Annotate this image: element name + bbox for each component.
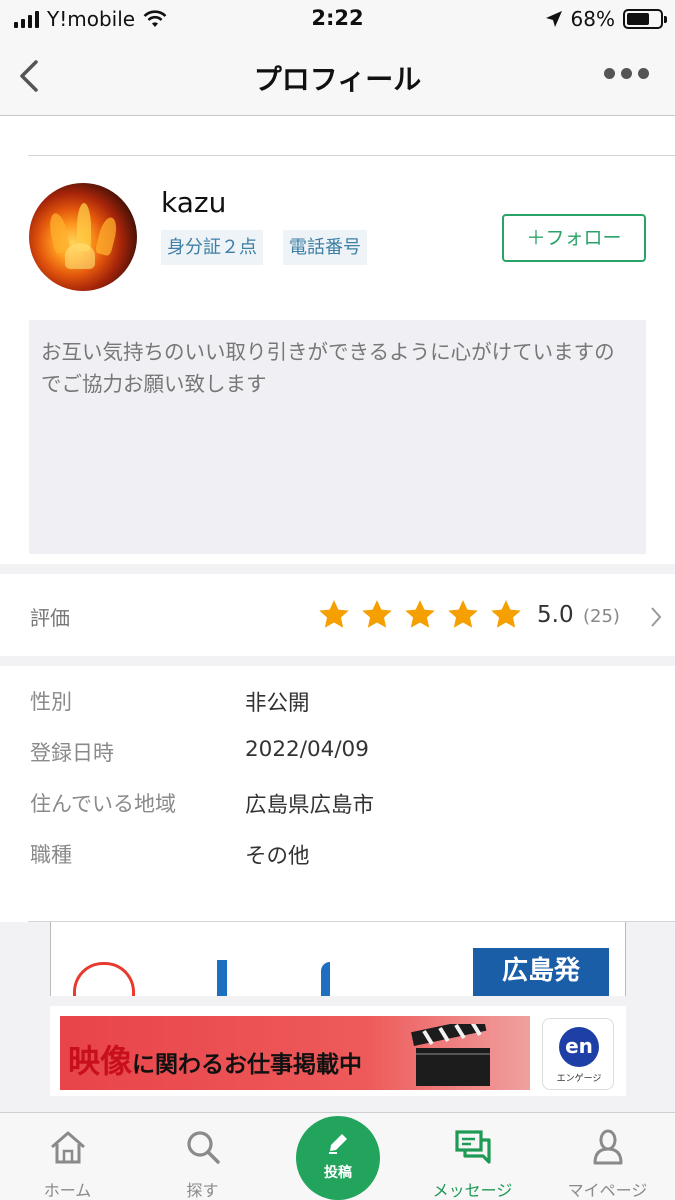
section-separator bbox=[0, 656, 675, 666]
info-value-region: 広島県広島市 bbox=[245, 793, 375, 818]
person-icon bbox=[593, 1129, 622, 1165]
ad-logo-stroke bbox=[321, 962, 330, 996]
tab-search[interactable]: 探す bbox=[135, 1113, 270, 1200]
rating-score: 5.0 bbox=[537, 602, 574, 628]
tab-label: マイページ bbox=[567, 1181, 648, 1200]
info-value-gender: 非公開 bbox=[245, 691, 310, 716]
rating-count: (25) bbox=[583, 606, 620, 627]
divider bbox=[28, 155, 675, 156]
tab-messages[interactable]: メッセージ bbox=[405, 1113, 540, 1200]
battery-icon bbox=[623, 9, 667, 29]
profile-bio: お互い気持ちのいい取り引きができるように心がけていますのでご協力お願い致します bbox=[29, 320, 646, 554]
info-label-registered: 登録日時 bbox=[30, 741, 114, 765]
star-icon bbox=[448, 600, 478, 628]
en-logo: en エンゲージ bbox=[542, 1018, 614, 1090]
rating-label: 評価 bbox=[30, 606, 70, 630]
status-bar: Y!mobile 2:22 68% bbox=[0, 0, 675, 40]
pencil-icon bbox=[329, 1134, 347, 1154]
ad-headline: 映像に関わるお仕事掲載中 bbox=[68, 1036, 362, 1082]
battery-percent: 68% bbox=[570, 7, 615, 31]
tab-label: メッセージ bbox=[432, 1181, 513, 1200]
tab-label: ホーム bbox=[43, 1181, 92, 1200]
status-right: 68% bbox=[545, 7, 667, 31]
ad-headline-big: 映像 bbox=[68, 1042, 133, 1080]
post-button[interactable]: 投稿 bbox=[296, 1116, 380, 1200]
star-icon bbox=[362, 600, 392, 628]
info-label-region: 住んでいる地域 bbox=[30, 792, 176, 816]
chevron-right-icon bbox=[651, 607, 662, 627]
star-icon bbox=[405, 600, 435, 628]
rating-row[interactable]: 評価 5.0 (25) bbox=[0, 574, 675, 658]
section-separator bbox=[0, 564, 675, 574]
message-icon bbox=[454, 1130, 491, 1164]
home-icon bbox=[50, 1131, 85, 1164]
phone-verified-badge: 電話番号 bbox=[283, 230, 367, 265]
ad-box-text: 広島発 bbox=[473, 948, 609, 996]
en-logo-mark: en bbox=[559, 1027, 599, 1067]
ad-banner-background: 映像に関わるお仕事掲載中 bbox=[60, 1016, 530, 1090]
username: kazu bbox=[161, 186, 227, 219]
info-value-occupation: その他 bbox=[245, 844, 310, 869]
ad-headline-rest: に関わるお仕事掲載中 bbox=[132, 1052, 363, 1078]
star-icon bbox=[319, 600, 349, 628]
tab-mypage[interactable]: マイページ bbox=[540, 1113, 675, 1200]
avatar bbox=[29, 183, 137, 291]
more-options-icon[interactable] bbox=[604, 68, 649, 79]
tab-label: 探す bbox=[186, 1181, 219, 1200]
info-label-occupation: 職種 bbox=[30, 843, 72, 867]
post-button-label: 投稿 bbox=[324, 1165, 352, 1181]
info-value-registered: 2022/04/09 bbox=[245, 737, 369, 762]
star-icon bbox=[491, 600, 521, 628]
page-title: プロフィール bbox=[253, 63, 422, 96]
search-icon bbox=[186, 1131, 220, 1164]
battery-fill bbox=[627, 13, 649, 25]
tab-home[interactable]: ホーム bbox=[0, 1113, 135, 1200]
ad-logo-mark bbox=[73, 962, 135, 996]
info-label-gender: 性別 bbox=[30, 690, 72, 714]
location-arrow-icon bbox=[545, 11, 562, 27]
rating-stars bbox=[317, 598, 523, 632]
en-logo-caption: エンゲージ bbox=[556, 1074, 602, 1084]
ad-logo-stroke bbox=[217, 960, 227, 996]
clapperboard-icon bbox=[411, 1024, 490, 1086]
follow-button[interactable]: ＋フォロー bbox=[502, 214, 646, 262]
nav-bar: プロフィール bbox=[0, 40, 675, 116]
ad-banner-1[interactable]: 広島発 bbox=[50, 922, 626, 996]
id-verified-badge: 身分証２点 bbox=[161, 230, 263, 265]
ad-banner-2[interactable]: 映像に関わるお仕事掲載中 en エンゲージ bbox=[50, 1006, 626, 1096]
